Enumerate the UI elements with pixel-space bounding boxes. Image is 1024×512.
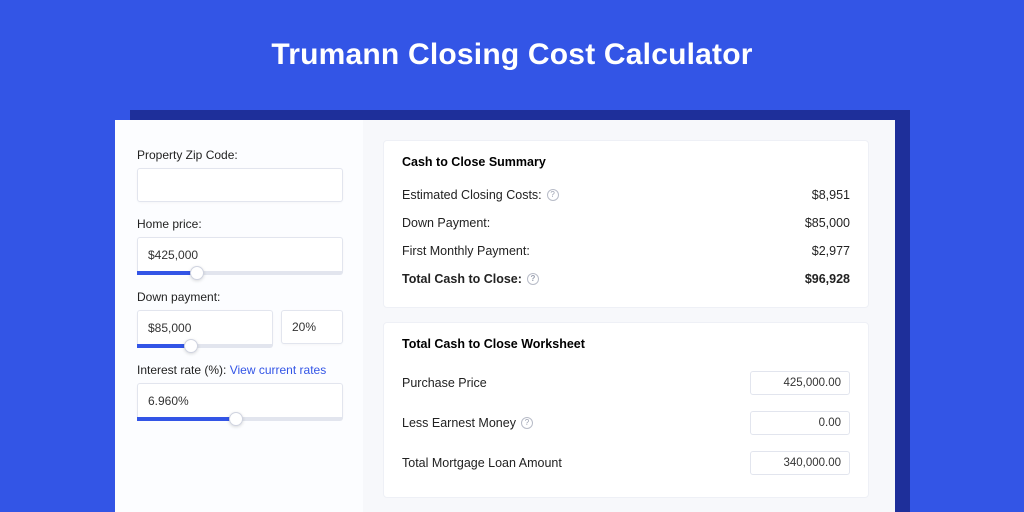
zip-group: Property Zip Code: — [137, 148, 343, 202]
worksheet-row: Total Mortgage Loan Amount 340,000.00 — [402, 443, 850, 483]
summary-row-value: $2,977 — [812, 244, 850, 258]
summary-row-value: $8,951 — [812, 188, 850, 202]
worksheet-row-value[interactable]: 425,000.00 — [750, 371, 850, 395]
rate-group: Interest rate (%): View current rates — [137, 363, 343, 421]
down-slider-thumb[interactable] — [184, 339, 198, 353]
summary-row: Estimated Closing Costs: ? $8,951 — [402, 181, 850, 209]
inputs-pane: Property Zip Code: Home price: Down paym… — [115, 120, 363, 512]
summary-total-row: Total Cash to Close: ? $96,928 — [402, 265, 850, 293]
calculator-card: Property Zip Code: Home price: Down paym… — [115, 120, 895, 512]
summary-total-label: Total Cash to Close: — [402, 272, 522, 286]
zip-label: Property Zip Code: — [137, 148, 343, 162]
rate-slider-fill — [137, 417, 236, 421]
summary-heading: Cash to Close Summary — [402, 155, 850, 169]
price-slider-fill — [137, 271, 197, 275]
results-pane: Cash to Close Summary Estimated Closing … — [363, 120, 895, 512]
rate-input[interactable] — [137, 383, 343, 417]
worksheet-row-label: Total Mortgage Loan Amount — [402, 456, 562, 470]
price-group: Home price: — [137, 217, 343, 275]
rate-label: Interest rate (%): View current rates — [137, 363, 343, 377]
worksheet-heading: Total Cash to Close Worksheet — [402, 337, 850, 351]
help-icon[interactable]: ? — [527, 273, 539, 285]
price-label: Home price: — [137, 217, 343, 231]
summary-total-value: $96,928 — [805, 272, 850, 286]
down-amount-input[interactable] — [137, 310, 273, 344]
worksheet-panel: Total Cash to Close Worksheet Purchase P… — [383, 322, 869, 498]
down-pct-input[interactable] — [281, 310, 343, 344]
help-icon[interactable]: ? — [521, 417, 533, 429]
summary-row-label: Down Payment: — [402, 216, 490, 230]
worksheet-row: Purchase Price 425,000.00 — [402, 363, 850, 403]
price-slider[interactable] — [137, 271, 343, 275]
rate-slider[interactable] — [137, 417, 343, 421]
worksheet-row-label: Less Earnest Money — [402, 416, 516, 430]
summary-row-value: $85,000 — [805, 216, 850, 230]
zip-input[interactable] — [137, 168, 343, 202]
rate-label-text: Interest rate (%): — [137, 363, 226, 377]
summary-row-label: First Monthly Payment: — [402, 244, 530, 258]
down-label: Down payment: — [137, 290, 343, 304]
summary-panel: Cash to Close Summary Estimated Closing … — [383, 140, 869, 308]
worksheet-row-value[interactable]: 0.00 — [750, 411, 850, 435]
worksheet-row: Less Earnest Money ? 0.00 — [402, 403, 850, 443]
price-input[interactable] — [137, 237, 343, 271]
summary-row: First Monthly Payment: $2,977 — [402, 237, 850, 265]
view-rates-link[interactable]: View current rates — [230, 363, 327, 377]
summary-row-label: Estimated Closing Costs: — [402, 188, 542, 202]
help-icon[interactable]: ? — [547, 189, 559, 201]
price-slider-thumb[interactable] — [190, 266, 204, 280]
rate-slider-thumb[interactable] — [229, 412, 243, 426]
page-title: Trumann Closing Cost Calculator — [0, 0, 1024, 100]
down-group: Down payment: — [137, 290, 343, 348]
down-slider[interactable] — [137, 344, 273, 348]
worksheet-row-value[interactable]: 340,000.00 — [750, 451, 850, 475]
summary-row: Down Payment: $85,000 — [402, 209, 850, 237]
worksheet-row-label: Purchase Price — [402, 376, 487, 390]
down-slider-fill — [137, 344, 191, 348]
